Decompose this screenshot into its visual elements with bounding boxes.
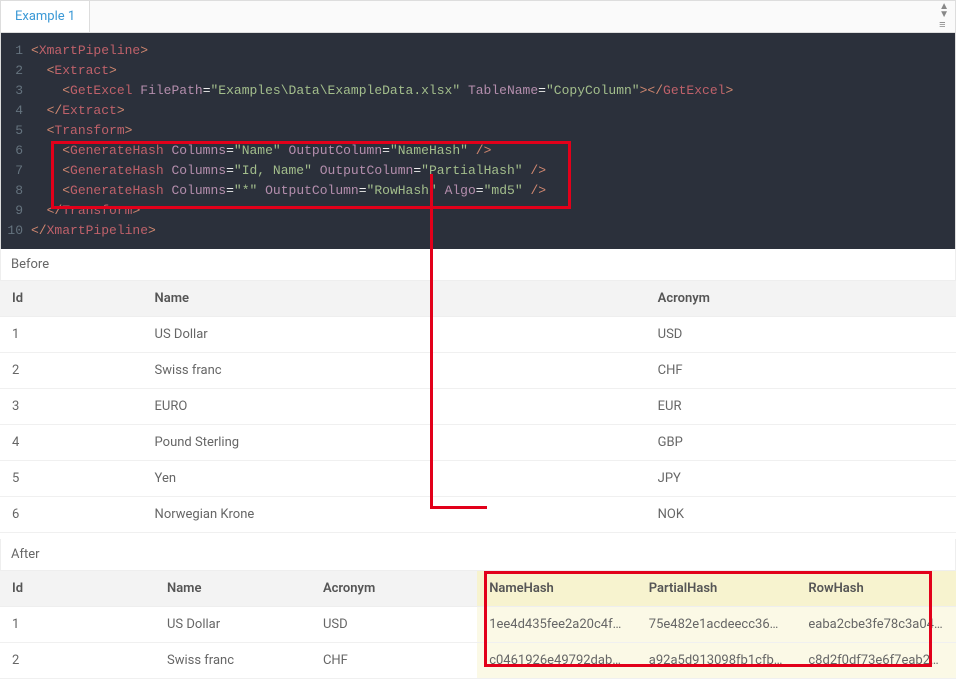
table-cell: 1ee4d435fee2a20c4f35556... [477,607,637,643]
code-content: <Transform> [31,121,955,141]
code-content: <GetExcel FilePath="Examples\Data\Exampl… [31,81,955,101]
line-number: 7 [1,161,31,181]
table-cell: CHF [311,643,477,679]
code-content: <GenerateHash Columns="Id, Name" OutputC… [31,161,955,181]
before-label: Before [0,249,956,281]
table-cell: JPY [646,461,956,497]
table-cell: 1 [0,317,143,353]
code-content: <GenerateHash Columns="Name" OutputColum… [31,141,955,161]
table-cell: CHF [646,353,956,389]
tab-example1[interactable]: Example 1 [1,1,90,32]
table-header: PartialHash [637,571,797,607]
table-cell: c8d2f0df73e6f7eab2aa589... [796,643,956,679]
table-cell: NOK [646,497,956,533]
table-cell: Yen [143,461,646,497]
table-cell: 1 [0,607,155,643]
table-cell: 4 [0,425,143,461]
code-line[interactable]: 9 </Transform> [1,201,955,221]
after-table: IdNameAcronymNameHashPartialHashRowHash … [0,571,956,679]
table-header: Acronym [646,281,956,317]
after-label: After [0,539,956,571]
table-header: Id [0,571,155,607]
table-header: Name [143,281,646,317]
line-number: 5 [1,121,31,141]
table-cell: 2 [0,643,155,679]
line-number: 2 [1,61,31,81]
code-line[interactable]: 4 </Extract> [1,101,955,121]
table-row: 3EUROEUR [0,389,956,425]
code-content: </Extract> [31,101,955,121]
table-cell: US Dollar [155,607,311,643]
tab-scroll[interactable]: ▲ ▼ ≡ [939,3,955,30]
table-row: 4Pound SterlingGBP [0,425,956,461]
code-line[interactable]: 5 <Transform> [1,121,955,141]
table-cell: 6 [0,497,143,533]
code-line[interactable]: 8 <GenerateHash Columns="*" OutputColumn… [1,181,955,201]
table-header: Name [155,571,311,607]
code-line[interactable]: 6 <GenerateHash Columns="Name" OutputCol… [1,141,955,161]
table-cell: USD [646,317,956,353]
code-content: </Transform> [31,201,955,221]
table-cell: c0461926e49792dabc964a... [477,643,637,679]
table-cell: Pound Sterling [143,425,646,461]
line-number: 4 [1,101,31,121]
table-row: 2Swiss francCHFc0461926e49792dabc964a...… [0,643,956,679]
line-number: 8 [1,181,31,201]
table-cell: Norwegian Krone [143,497,646,533]
table-row: 5YenJPY [0,461,956,497]
line-number: 10 [1,221,31,241]
table-header: Acronym [311,571,477,607]
table-cell: US Dollar [143,317,646,353]
code-content: <XmartPipeline> [31,41,955,61]
table-row: 1US DollarUSD1ee4d435fee2a20c4f35556...7… [0,607,956,643]
menu-icon[interactable]: ≡ [939,19,949,30]
table-cell: a92a5d913098fb1cfba34e6... [637,643,797,679]
table-row: 1US DollarUSD [0,317,956,353]
table-row: 2Swiss francCHF [0,353,956,389]
table-cell: GBP [646,425,956,461]
table-cell: 5 [0,461,143,497]
line-number: 6 [1,141,31,161]
before-table: IdNameAcronym 1US DollarUSD2Swiss francC… [0,281,956,533]
tab-header: Example 1 ▲ ▼ ≡ [0,0,956,33]
code-editor[interactable]: 1<XmartPipeline>2 <Extract>3 <GetExcel F… [0,33,956,249]
table-header: Id [0,281,143,317]
code-line[interactable]: 2 <Extract> [1,61,955,81]
table-cell: EUR [646,389,956,425]
table-header: NameHash [477,571,637,607]
code-content: <GenerateHash Columns="*" OutputColumn="… [31,181,955,201]
code-line[interactable]: 10</XmartPipeline> [1,221,955,241]
table-cell: Swiss franc [143,353,646,389]
code-line[interactable]: 7 <GenerateHash Columns="Id, Name" Outpu… [1,161,955,181]
code-content: </XmartPipeline> [31,221,955,241]
code-line[interactable]: 3 <GetExcel FilePath="Examples\Data\Exam… [1,81,955,101]
table-cell: 3 [0,389,143,425]
table-cell: 75e482e1acdeecc368a835... [637,607,797,643]
table-cell: 2 [0,353,143,389]
code-line[interactable]: 1<XmartPipeline> [1,41,955,61]
line-number: 1 [1,41,31,61]
table-cell: USD [311,607,477,643]
table-cell: EURO [143,389,646,425]
line-number: 9 [1,201,31,221]
table-cell: eaba2cbe3fe78c3a0467ec... [796,607,956,643]
table-header: RowHash [796,571,956,607]
code-content: <Extract> [31,61,955,81]
table-cell: Swiss franc [155,643,311,679]
table-row: 6Norwegian KroneNOK [0,497,956,533]
line-number: 3 [1,81,31,101]
